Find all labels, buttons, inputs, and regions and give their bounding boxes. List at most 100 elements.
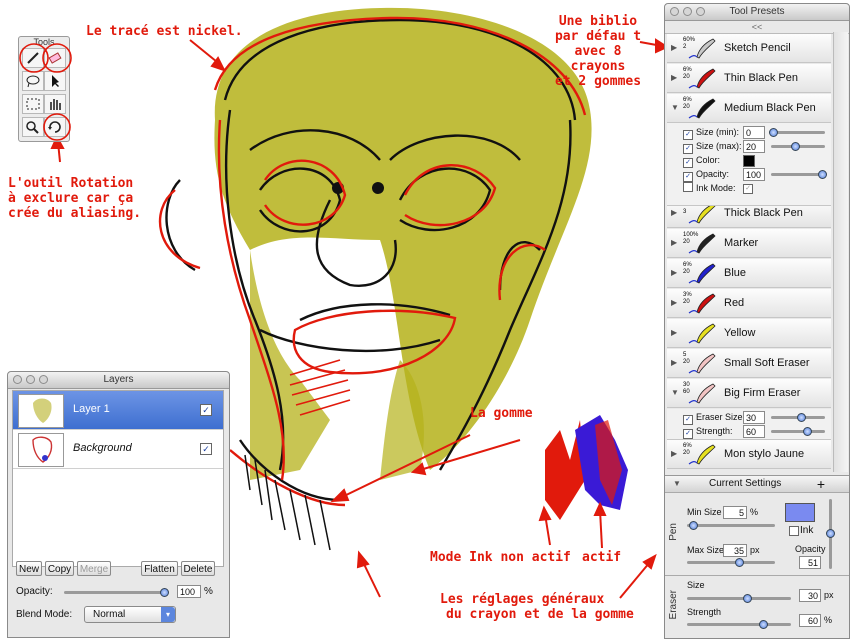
annotation-settings-line: du crayon et de la gomme [446, 607, 634, 622]
eraser-current-strength-unit: % [824, 615, 833, 625]
opacity-checkbox[interactable]: ✓ [683, 172, 693, 182]
color-swatch[interactable] [743, 155, 755, 167]
min-size-knob[interactable] [689, 521, 698, 530]
pen-color-swatch[interactable] [785, 503, 815, 522]
eraser-current-size-field[interactable]: 30 [799, 589, 821, 602]
pen-opacity-knob[interactable] [826, 529, 835, 538]
eraser-current-size-knob[interactable] [743, 594, 752, 603]
preset-row[interactable]: ▶ 60% 2 Sketch Pencil [667, 34, 831, 63]
layer-name: Background [73, 442, 132, 454]
strength-checkbox[interactable]: ✓ [683, 429, 693, 439]
triangle-right-icon[interactable]: ▶ [671, 238, 677, 247]
triangle-right-icon[interactable]: ▶ [671, 208, 677, 217]
min-size-slider[interactable] [687, 524, 775, 527]
eraser-current-strength-knob[interactable] [759, 620, 768, 629]
ink-mode-enable-checkbox[interactable] [683, 182, 693, 192]
size-min-slider[interactable] [771, 131, 825, 134]
preset-opacity-slider[interactable] [771, 173, 825, 176]
strength-knob[interactable] [803, 427, 812, 436]
strength-slider[interactable] [771, 430, 825, 433]
triangle-right-icon[interactable]: ▶ [671, 43, 677, 52]
eraser-current-size-slider[interactable] [687, 597, 791, 600]
preset-row[interactable]: ▶ Yellow [667, 319, 831, 348]
preset-row[interactable]: ▶ 3% 20 Red [667, 289, 831, 318]
preset-name: Marker [724, 237, 759, 249]
triangle-right-icon[interactable]: ▶ [671, 328, 677, 337]
merge-layer-button[interactable]: Merge [77, 561, 111, 576]
add-preset-button[interactable]: + [817, 476, 825, 492]
ink-checkbox[interactable] [789, 526, 799, 536]
min-size-field[interactable]: 5 [723, 506, 747, 519]
pen-preset-icon: 5 20 [683, 352, 716, 374]
preset-row[interactable]: ▼ 6% 20 Medium Black Pen [667, 94, 831, 123]
size-min-field[interactable]: 0 [743, 126, 765, 139]
layer-visibility-checkbox[interactable]: ✓ [200, 404, 212, 416]
layers-titlebar[interactable]: Layers [8, 372, 229, 389]
triangle-right-icon[interactable]: ▶ [671, 268, 677, 277]
preset-opacity-field[interactable]: 100 [743, 168, 765, 181]
strength-row: ✓ Strength: [683, 425, 733, 439]
preset-scrollbar[interactable] [833, 32, 848, 472]
size-min-knob[interactable] [769, 128, 778, 137]
ink-mode-checkbox[interactable]: ✓ [743, 184, 753, 194]
eraser-current-size-unit: px [824, 590, 834, 600]
delete-layer-button[interactable]: Delete [181, 561, 215, 576]
preset-row[interactable]: ▶ 6% 20 Thin Black Pen [667, 64, 831, 93]
size-max-field[interactable]: 20 [743, 140, 765, 153]
color-checkbox[interactable]: ✓ [683, 158, 693, 168]
layer-opacity-field[interactable]: 100 [177, 585, 201, 598]
copy-layer-button[interactable]: Copy [45, 561, 74, 576]
blend-mode-select[interactable]: Normal ▾ [84, 606, 176, 623]
triangle-down-icon[interactable]: ▼ [671, 388, 679, 397]
eraser-size-checkbox[interactable]: ✓ [683, 415, 693, 425]
layer-opacity-slider[interactable] [64, 591, 168, 594]
layer-visibility-checkbox[interactable]: ✓ [200, 443, 212, 455]
size-max-checkbox[interactable]: ✓ [683, 144, 693, 154]
triangle-right-icon[interactable]: ▶ [671, 298, 677, 307]
eraser-settings-section: Eraser Size 30 px Strength 60 % [665, 575, 849, 638]
opacity-label: Opacity: [16, 586, 53, 597]
size-min-checkbox[interactable]: ✓ [683, 130, 693, 140]
preset-row[interactable]: ▼ 30 60 Big Firm Eraser [667, 379, 831, 408]
strength-label: Strength: [696, 426, 733, 436]
blend-mode-label: Blend Mode: [16, 609, 73, 620]
triangle-down-icon[interactable]: ▼ [671, 103, 679, 112]
preset-row[interactable]: ▶ 100% 20 Marker [667, 229, 831, 258]
preset-row[interactable]: ▶ 5 20 Small Soft Eraser [667, 349, 831, 378]
preset-name: Sketch Pencil [724, 42, 791, 54]
eraser-current-strength-slider[interactable] [687, 623, 791, 626]
size-max-knob[interactable] [791, 142, 800, 151]
max-size-knob[interactable] [735, 558, 744, 567]
current-settings-header[interactable]: ▼ Current Settings + [665, 475, 849, 493]
triangle-right-icon[interactable]: ▶ [671, 358, 677, 367]
eraser-current-strength-field[interactable]: 60 [799, 614, 821, 627]
pen-opacity-field[interactable]: 51 [799, 556, 821, 569]
tool-presets-panel: Tool Presets << ▶ 60% 2 Sketch Pencil ▶ 6% 20 T… [664, 3, 850, 639]
preset-opacity-text: 5 [683, 352, 687, 358]
max-size-slider[interactable] [687, 561, 775, 564]
presets-titlebar[interactable]: Tool Presets [665, 4, 849, 21]
close-button[interactable] [13, 375, 22, 384]
preset-row[interactable]: ▶ 6% 20 Blue [667, 259, 831, 288]
zoom-button[interactable] [39, 375, 48, 384]
zoom-button[interactable] [696, 7, 705, 16]
close-button[interactable] [670, 7, 679, 16]
preset-opacity-text: 30 [683, 382, 690, 388]
minimize-button[interactable] [26, 375, 35, 384]
flatten-button[interactable]: Flatten [141, 561, 178, 576]
preset-row[interactable]: ▶ 6% 20 Mon stylo Jaune [667, 440, 831, 469]
triangle-right-icon[interactable]: ▶ [671, 449, 677, 458]
annotation-rotation: L'outil Rotation à exclure car ça crée d… [8, 176, 141, 221]
minimize-button[interactable] [683, 7, 692, 16]
triangle-right-icon[interactable]: ▶ [671, 73, 677, 82]
collapse-button[interactable]: << [665, 21, 849, 34]
max-size-field[interactable]: 35 [723, 544, 747, 557]
strength-field[interactable]: 60 [743, 425, 765, 438]
new-layer-button[interactable]: New [16, 561, 42, 576]
preset-opacity-knob[interactable] [818, 170, 827, 179]
layer-row[interactable]: Layer 1 ✓ [13, 391, 223, 430]
eraser-size-knob[interactable] [797, 413, 806, 422]
eraser-size-field[interactable]: 30 [743, 411, 765, 424]
layer-opacity-knob[interactable] [160, 588, 169, 597]
layer-row[interactable]: Background ✓ [13, 430, 223, 469]
